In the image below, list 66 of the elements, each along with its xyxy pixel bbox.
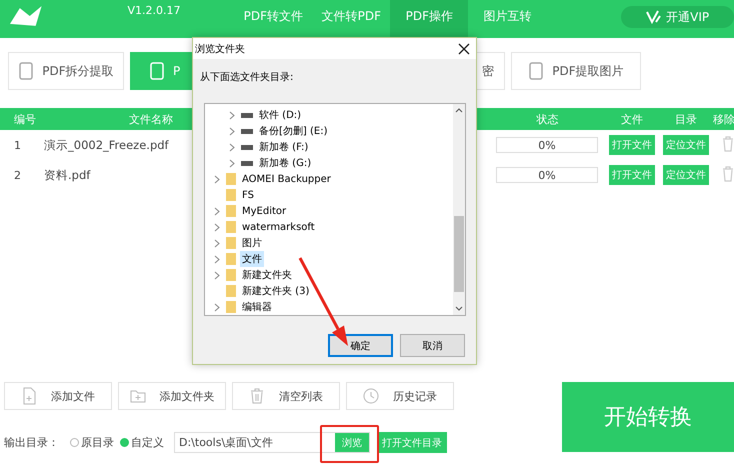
- folder-icon: [226, 237, 236, 249]
- drive-icon: [241, 144, 253, 150]
- trash-icon: [722, 136, 734, 152]
- folder-icon: [226, 253, 236, 265]
- tree-item[interactable]: 新建文件夹 (3): [214, 283, 312, 299]
- action-button[interactable]: 添加文件: [4, 382, 112, 410]
- column-header: 文件名称: [129, 112, 173, 126]
- tree-item[interactable]: 文件: [214, 251, 264, 267]
- radio-option[interactable]: 自定义: [120, 435, 164, 450]
- chevron-icon: [214, 302, 220, 312]
- action-button[interactable]: 清空列表: [232, 382, 340, 410]
- dialog-button[interactable]: 确定: [328, 334, 393, 357]
- tree-item[interactable]: watermarksoft: [214, 219, 317, 235]
- trash-icon: [249, 387, 265, 405]
- folder-icon: [226, 285, 236, 297]
- column-header: 文件: [621, 112, 643, 126]
- tool-button[interactable]: PDF提取图片: [511, 52, 641, 90]
- highlight-frame: [320, 425, 379, 463]
- vip-icon: [646, 10, 662, 24]
- row-number: 1: [13, 138, 22, 152]
- document-icon: [528, 62, 544, 80]
- drive-icon: [241, 112, 253, 118]
- tree-item[interactable]: 备份[勿删] (E:): [229, 123, 330, 139]
- tree-item[interactable]: 软件 (D:): [229, 107, 304, 123]
- tool-button[interactable]: PDF拆分提取: [8, 52, 124, 90]
- scroll-up-icon: [455, 108, 463, 113]
- tree-item[interactable]: 新建文件夹: [214, 267, 294, 283]
- file-name: 资料.pdf: [44, 168, 90, 182]
- version-label: V1.2.0.17: [128, 4, 182, 17]
- radio-option[interactable]: 原目录: [70, 435, 114, 450]
- document-icon: [149, 62, 165, 80]
- column-header: 状态: [536, 112, 558, 126]
- tree-item[interactable]: AOMEI Backupper: [214, 171, 333, 187]
- scroll-thumb[interactable]: [454, 216, 464, 292]
- action-button[interactable]: 历史记录: [346, 382, 454, 410]
- clock-icon: [363, 387, 379, 405]
- scroll-down-icon: [455, 306, 463, 311]
- tree-item[interactable]: 编辑器: [214, 299, 274, 315]
- drive-icon: [241, 160, 253, 166]
- row-number: 2: [13, 168, 22, 182]
- folder-icon: [226, 189, 236, 201]
- action-button[interactable]: 添加文件夹: [118, 382, 226, 410]
- output-label: 输出目录：: [4, 435, 60, 450]
- column-header: 目录: [675, 112, 697, 126]
- add-file-icon: [21, 387, 37, 405]
- folder-icon: [226, 205, 236, 217]
- trash-icon: [722, 166, 734, 182]
- document-icon: [18, 62, 34, 80]
- file-name: 演示_0002_Freeze.pdf: [44, 138, 169, 152]
- tree-item[interactable]: FS: [214, 187, 256, 203]
- progress-reading: 0%: [538, 138, 556, 152]
- tree-item[interactable]: 图片: [214, 235, 264, 251]
- folder-icon: [226, 301, 236, 313]
- folder-icon: [226, 221, 236, 233]
- close-icon: [458, 42, 470, 54]
- dialog-button[interactable]: 取消: [400, 334, 465, 357]
- tree-item[interactable]: 新加卷 (F:): [229, 139, 310, 155]
- folder-icon: [226, 269, 236, 281]
- path-field[interactable]: D:\tools\桌面\文件 浏览: [174, 432, 370, 453]
- folder-icon: [226, 173, 236, 185]
- column-header: 编号: [14, 112, 36, 126]
- drive-icon: [241, 128, 253, 134]
- tree-item[interactable]: MyEditor: [214, 203, 288, 219]
- progress-reading: 0%: [538, 168, 556, 182]
- scrollbar[interactable]: [453, 104, 465, 315]
- tree-item[interactable]: 新加卷 (G:): [229, 155, 314, 171]
